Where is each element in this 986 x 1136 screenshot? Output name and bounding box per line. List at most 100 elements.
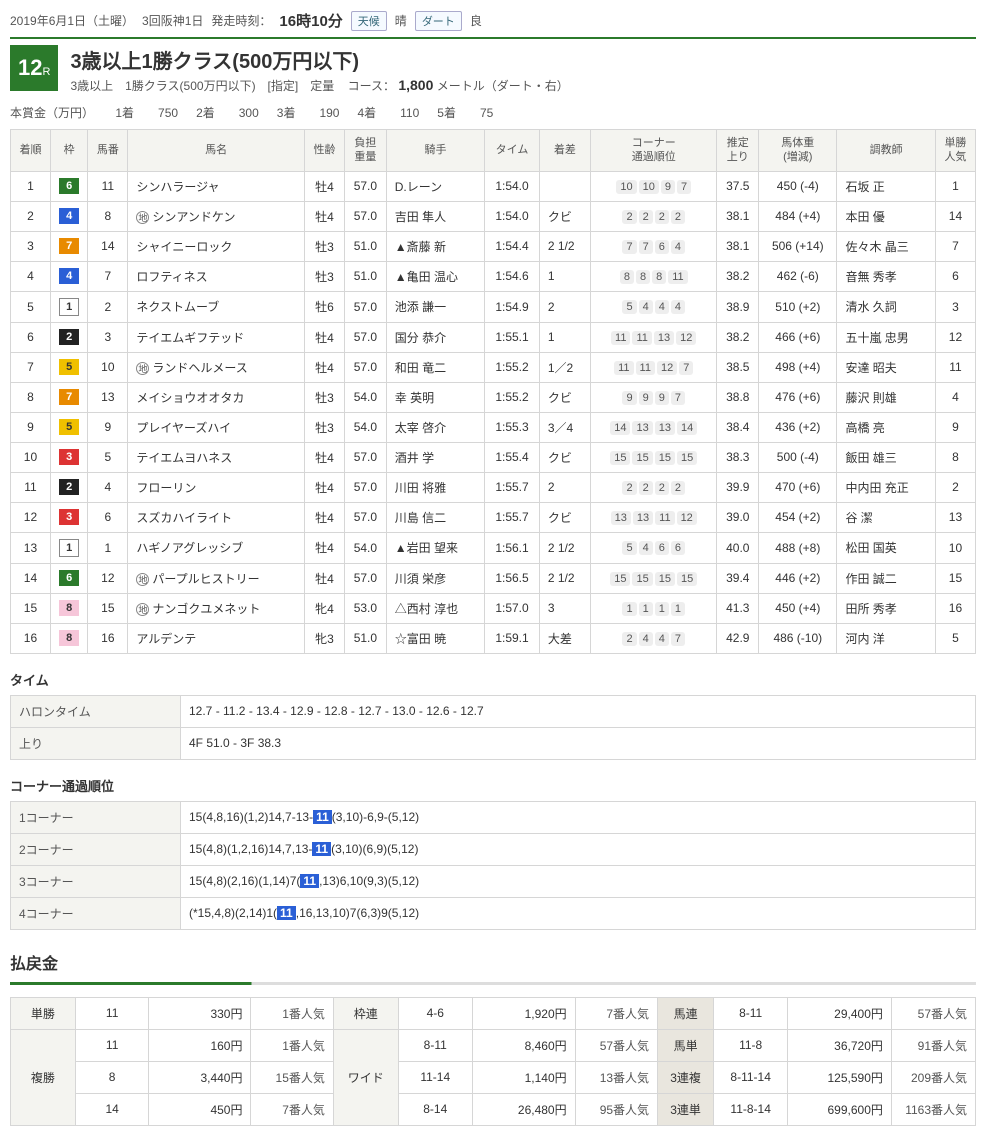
jockey[interactable]: ▲斎藤 新 <box>386 231 484 261</box>
trainer[interactable]: 本田 優 <box>837 201 935 231</box>
corner-ranks: 1111127 <box>591 352 717 382</box>
trainer[interactable]: 佐々木 晶三 <box>837 231 935 261</box>
popularity: 10 <box>935 532 975 563</box>
horse-name[interactable]: 地ランドヘルメース <box>128 352 305 382</box>
rank: 5 <box>11 291 51 322</box>
col-header: 調教師 <box>837 130 935 172</box>
race-number: 12 <box>18 55 42 80</box>
body-weight: 450 (+4) <box>759 593 837 623</box>
horse-name[interactable]: 地パープルヒストリー <box>128 563 305 593</box>
trainer[interactable]: 五十嵐 忠男 <box>837 322 935 352</box>
horse-name[interactable]: 地シンアンドケン <box>128 201 305 231</box>
trainer[interactable]: 中内田 充正 <box>837 472 935 502</box>
col-header: 着順 <box>11 130 51 172</box>
payout-cell: 36,720円 <box>788 1029 892 1061</box>
horse-name[interactable]: メイショウオオタカ <box>128 382 305 412</box>
jockey[interactable]: ▲岩田 望来 <box>386 532 484 563</box>
prize-item: 5着 75 <box>437 106 493 120</box>
table-row: 7 5 10 地ランドヘルメース 牡4 57.0 和田 竜二 1:55.2 1／… <box>11 352 976 382</box>
payout-cell: 26,480円 <box>472 1093 575 1125</box>
sex-age: 牡4 <box>305 352 345 382</box>
jockey[interactable]: 酒井 学 <box>386 442 484 472</box>
trainer[interactable]: 作田 誠二 <box>837 563 935 593</box>
jockey[interactable]: 川田 将雅 <box>386 472 484 502</box>
trainer[interactable]: 安達 昭夫 <box>837 352 935 382</box>
horse-name[interactable]: テイエムヨハネス <box>128 442 305 472</box>
horse-name[interactable]: 地ナンゴクユメネット <box>128 593 305 623</box>
waku: 1 <box>50 291 87 322</box>
col-header: 着差 <box>539 130 590 172</box>
horse-name[interactable]: スズカハイライト <box>128 502 305 532</box>
horse-name[interactable]: ハギノアグレッシブ <box>128 532 305 563</box>
jockey[interactable]: ▲亀田 温心 <box>386 261 484 291</box>
payout-cell: 複勝 <box>11 1029 76 1125</box>
trainer[interactable]: 松田 国英 <box>837 532 935 563</box>
horse-name[interactable]: ネクストムーブ <box>128 291 305 322</box>
trainer[interactable]: 石坂 正 <box>837 171 935 201</box>
trainer[interactable]: 藤沢 則雄 <box>837 382 935 412</box>
time: 1:55.2 <box>485 352 540 382</box>
weight: 57.0 <box>345 563 387 593</box>
horse-name[interactable]: テイエムギフテッド <box>128 322 305 352</box>
jockey[interactable]: △西村 淳也 <box>386 593 484 623</box>
track: 良 <box>470 12 482 29</box>
horse-num: 5 <box>88 442 128 472</box>
col-header: 性齢 <box>305 130 345 172</box>
payout-cell: 14 <box>75 1093 149 1125</box>
waku: 2 <box>50 472 87 502</box>
last3f: 39.0 <box>717 502 759 532</box>
table-row: 14 6 12 地パープルヒストリー 牡4 57.0 川須 栄彦 1:56.5 … <box>11 563 976 593</box>
payout-cell: 11-14 <box>398 1061 472 1093</box>
results-table: 着順枠馬番馬名性齢負担重量騎手タイム着差コーナー通過順位推定上り馬体重(増減)調… <box>10 129 976 654</box>
horse-name[interactable]: フローリン <box>128 472 305 502</box>
jockey[interactable]: 池添 謙一 <box>386 291 484 322</box>
weight: 57.0 <box>345 502 387 532</box>
horse-name[interactable]: シンハラージャ <box>128 171 305 201</box>
waku: 5 <box>50 352 87 382</box>
rank: 8 <box>11 382 51 412</box>
weight: 53.0 <box>345 593 387 623</box>
last3f: 39.9 <box>717 472 759 502</box>
jockey[interactable]: 和田 竜二 <box>386 352 484 382</box>
sex-age: 牡3 <box>305 412 345 442</box>
jockey[interactable]: 川島 信二 <box>386 502 484 532</box>
jockey[interactable]: 国分 恭介 <box>386 322 484 352</box>
trainer[interactable]: 田所 秀孝 <box>837 593 935 623</box>
trainer[interactable]: 清水 久詞 <box>837 291 935 322</box>
jockey[interactable]: ☆富田 暁 <box>386 623 484 653</box>
jockey[interactable]: 川須 栄彦 <box>386 563 484 593</box>
corner-ranks: 15151515 <box>591 563 717 593</box>
trainer[interactable]: 河内 洋 <box>837 623 935 653</box>
payout-cell: 8,460円 <box>472 1029 575 1061</box>
weather: 晴 <box>395 12 407 29</box>
jockey[interactable]: 吉田 隼人 <box>386 201 484 231</box>
payout-cell: 11-8 <box>714 1029 788 1061</box>
time: 1:55.1 <box>485 322 540 352</box>
trainer[interactable]: 音無 秀孝 <box>837 261 935 291</box>
horse-name[interactable]: プレイヤーズハイ <box>128 412 305 442</box>
course-suffix: メートル（ダート・右） <box>437 79 569 93</box>
weight: 51.0 <box>345 231 387 261</box>
track-label: ダート <box>415 11 462 31</box>
jockey[interactable]: 太宰 啓介 <box>386 412 484 442</box>
time: 1:54.4 <box>485 231 540 261</box>
horse-name[interactable]: シャイニーロック <box>128 231 305 261</box>
last3f: 38.4 <box>717 412 759 442</box>
trainer[interactable]: 高橋 亮 <box>837 412 935 442</box>
corner-ranks: 14131314 <box>591 412 717 442</box>
table-row: 13 1 1 ハギノアグレッシブ 牡4 54.0 ▲岩田 望来 1:56.1 2… <box>11 532 976 563</box>
trainer[interactable]: 飯田 雄三 <box>837 442 935 472</box>
waku: 6 <box>50 563 87 593</box>
margin: 3 <box>539 593 590 623</box>
sex-age: 牡4 <box>305 322 345 352</box>
last3f: 42.9 <box>717 623 759 653</box>
sex-age: 牡4 <box>305 472 345 502</box>
margin: クビ <box>539 502 590 532</box>
horse-name[interactable]: アルデンテ <box>128 623 305 653</box>
jockey[interactable]: 幸 英明 <box>386 382 484 412</box>
time: 1:55.7 <box>485 472 540 502</box>
prize-item: 2着 300 <box>196 106 259 120</box>
horse-name[interactable]: ロフティネス <box>128 261 305 291</box>
trainer[interactable]: 谷 潔 <box>837 502 935 532</box>
jockey[interactable]: D.レーン <box>386 171 484 201</box>
